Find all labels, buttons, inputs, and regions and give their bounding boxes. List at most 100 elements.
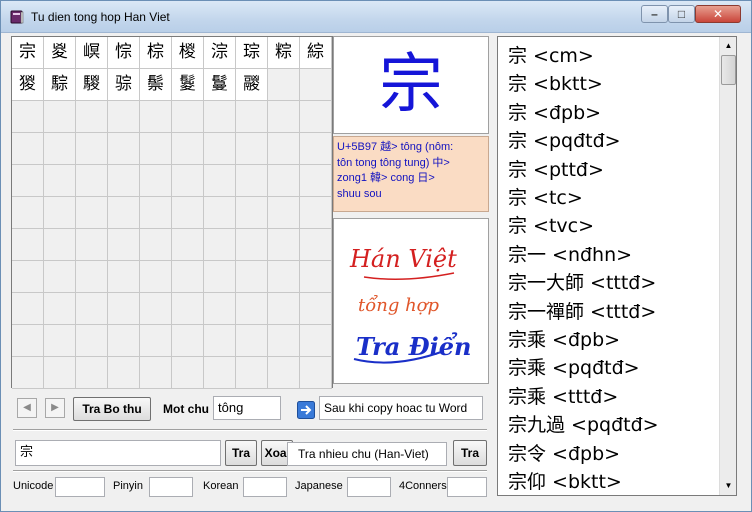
grid-cell[interactable] (172, 229, 204, 261)
arrow-right-go-icon[interactable] (297, 401, 315, 419)
grid-cell[interactable] (76, 197, 108, 229)
grid-cell[interactable] (76, 101, 108, 133)
result-item[interactable]: 宗 <pqđtđ> (508, 126, 621, 154)
japanese-input[interactable] (347, 477, 391, 497)
grid-cell[interactable] (300, 261, 332, 293)
grid-cell[interactable] (76, 357, 108, 389)
grid-cell[interactable] (172, 261, 204, 293)
grid-cell[interactable] (12, 293, 44, 325)
grid-cell[interactable] (300, 325, 332, 357)
result-item[interactable]: 宗一禪師 <tttđ> (508, 297, 656, 325)
grid-cell[interactable] (108, 197, 140, 229)
grid-cell[interactable] (236, 197, 268, 229)
result-item[interactable]: 宗 <pttđ> (508, 155, 604, 183)
grid-cell[interactable]: 棕 (140, 37, 172, 69)
prev-button[interactable]: ◀ (17, 398, 37, 418)
tra-button[interactable]: Tra (225, 440, 257, 466)
grid-cell[interactable] (300, 101, 332, 133)
grid-cell[interactable] (140, 229, 172, 261)
result-item[interactable]: 宗一大師 <tttđ> (508, 268, 656, 296)
grid-cell[interactable] (204, 197, 236, 229)
grid-cell[interactable] (172, 357, 204, 389)
grid-cell[interactable] (140, 101, 172, 133)
grid-cell[interactable]: 宗 (12, 37, 44, 69)
result-item[interactable]: 宗乘 <pqđtđ> (508, 353, 640, 381)
pinyin-input[interactable] (149, 477, 193, 497)
grid-cell[interactable] (140, 165, 172, 197)
grid-cell[interactable] (236, 229, 268, 261)
grid-cell[interactable] (268, 293, 300, 325)
grid-cell[interactable] (12, 325, 44, 357)
grid-cell[interactable] (44, 165, 76, 197)
scroll-down-arrow-icon[interactable]: ▼ (721, 478, 736, 494)
grid-cell[interactable] (76, 325, 108, 357)
grid-cell[interactable] (108, 229, 140, 261)
grid-cell[interactable]: 鬘 (204, 69, 236, 101)
grid-cell[interactable] (172, 197, 204, 229)
result-item[interactable]: 宗令 <đpb> (508, 439, 620, 467)
grid-cell[interactable] (108, 357, 140, 389)
grid-cell[interactable]: 鬷 (236, 69, 268, 101)
grid-cell[interactable] (236, 133, 268, 165)
grid-cell[interactable] (44, 101, 76, 133)
grid-cell[interactable] (204, 101, 236, 133)
grid-cell[interactable]: 淙 (204, 37, 236, 69)
grid-cell[interactable] (204, 165, 236, 197)
grid-cell[interactable] (268, 133, 300, 165)
grid-cell[interactable] (204, 325, 236, 357)
result-item[interactable]: 宗 <tvc> (508, 211, 594, 239)
grid-cell[interactable] (140, 293, 172, 325)
result-item[interactable]: 宗一 <nđhn> (508, 240, 632, 268)
grid-cell[interactable]: 㚇 (44, 37, 76, 69)
grid-cell[interactable] (76, 165, 108, 197)
result-item[interactable]: 宗乘 <đpb> (508, 325, 620, 353)
grid-cell[interactable] (268, 165, 300, 197)
unicode-input[interactable] (55, 477, 105, 497)
grid-cell[interactable]: 鬃 (140, 69, 172, 101)
grid-cell[interactable] (172, 133, 204, 165)
grid-cell[interactable]: 骔 (108, 69, 140, 101)
grid-cell[interactable] (236, 357, 268, 389)
minimize-button[interactable]: – (641, 5, 668, 23)
grid-cell[interactable] (12, 261, 44, 293)
title-bar[interactable]: Tu dien tong hop Han Viet – □ ✕ (1, 1, 751, 33)
grid-cell[interactable] (172, 293, 204, 325)
mot-chu-input[interactable]: tông (213, 396, 281, 420)
maximize-button[interactable]: □ (668, 5, 695, 23)
results-scrollbar[interactable]: ▲ ▼ (719, 37, 736, 495)
grid-cell[interactable] (140, 357, 172, 389)
grid-cell[interactable] (204, 261, 236, 293)
grid-cell[interactable] (300, 357, 332, 389)
grid-cell[interactable] (108, 101, 140, 133)
result-item[interactable]: 宗乘 <tttđ> (508, 382, 618, 410)
korean-input[interactable] (243, 477, 287, 497)
grid-cell[interactable] (12, 197, 44, 229)
grid-cell[interactable] (108, 165, 140, 197)
scroll-up-arrow-icon[interactable]: ▲ (721, 38, 736, 54)
grid-cell[interactable] (108, 261, 140, 293)
grid-cell[interactable] (108, 133, 140, 165)
grid-cell[interactable] (204, 133, 236, 165)
grid-cell[interactable] (268, 229, 300, 261)
grid-cell[interactable] (236, 325, 268, 357)
grid-cell[interactable] (140, 325, 172, 357)
grid-cell[interactable] (76, 261, 108, 293)
grid-cell[interactable] (268, 261, 300, 293)
grid-cell[interactable] (12, 165, 44, 197)
grid-cell[interactable]: 騣 (76, 69, 108, 101)
grid-cell[interactable] (300, 197, 332, 229)
grid-cell[interactable] (12, 229, 44, 261)
grid-cell[interactable] (140, 197, 172, 229)
grid-cell[interactable] (76, 293, 108, 325)
tra-nhieu-chu-button[interactable]: Tra (453, 440, 487, 466)
grid-cell[interactable]: 悰 (108, 37, 140, 69)
grid-cell[interactable] (140, 261, 172, 293)
grid-cell[interactable] (204, 229, 236, 261)
grid-cell[interactable] (172, 165, 204, 197)
grid-cell[interactable] (300, 229, 332, 261)
result-item[interactable]: 宗仰 <bktt> (508, 467, 622, 495)
tra-nhieu-chu-field[interactable]: Tra nhieu chu (Han-Viet) (287, 442, 447, 466)
result-item[interactable]: 宗 <cm> (508, 41, 594, 69)
grid-cell[interactable] (204, 293, 236, 325)
tra-bo-thu-button[interactable]: Tra Bo thu (73, 397, 151, 421)
